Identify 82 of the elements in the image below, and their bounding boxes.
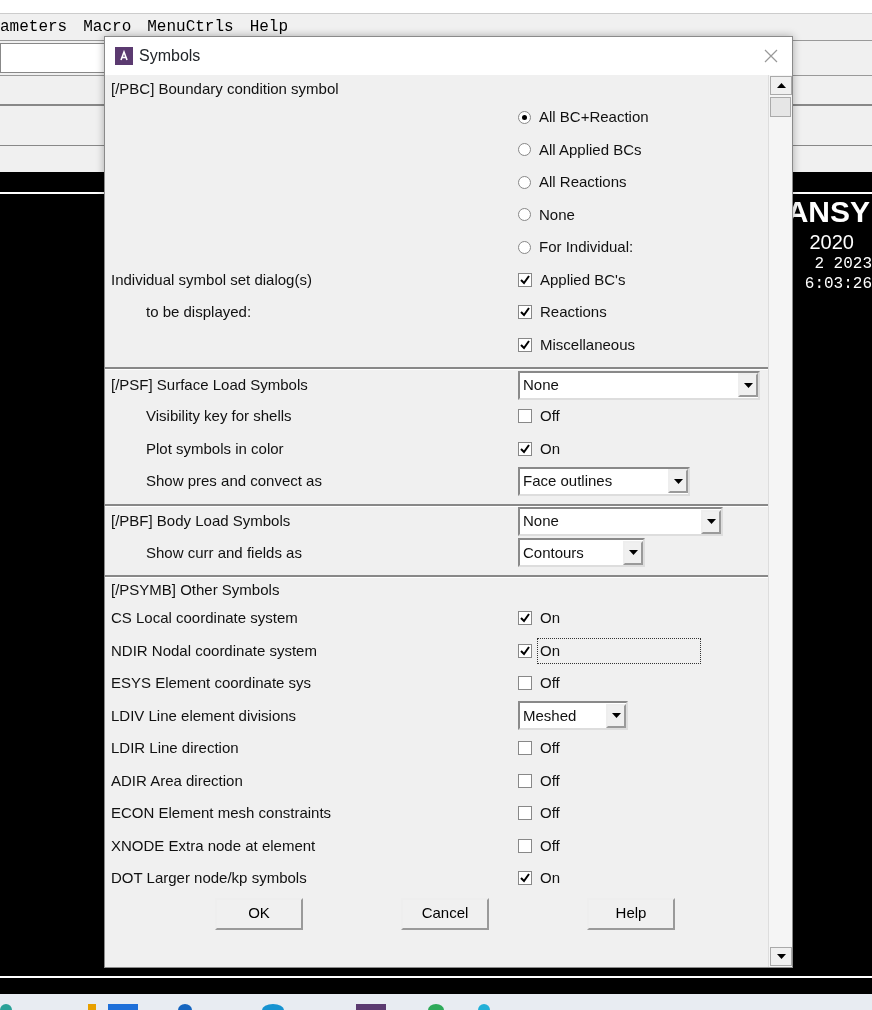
- checkbox[interactable]: [518, 676, 532, 691]
- field-label: Visibility key for shells: [146, 407, 292, 424]
- field-label: LDIV Line element divisions: [111, 706, 297, 724]
- field-label: Plot symbols in color: [146, 439, 284, 457]
- checkbox[interactable]: [518, 806, 532, 821]
- dropdown-arrow-icon: [611, 713, 621, 719]
- checkbox[interactable]: [518, 272, 532, 287]
- dropdown-arrow-icon: [706, 519, 716, 524]
- version-text: 2020: [809, 230, 854, 254]
- option-label[interactable]: Off: [540, 737, 560, 760]
- radio-button[interactable]: [518, 175, 531, 189]
- option-label[interactable]: On: [540, 607, 560, 630]
- option-label[interactable]: Off: [540, 769, 560, 792]
- checkbox[interactable]: [518, 871, 532, 886]
- dropdown[interactable]: Meshed: [518, 701, 628, 731]
- checkbox[interactable]: [518, 337, 532, 352]
- section-title: [/PSF] Surface Load Symbols: [111, 374, 309, 395]
- option-label[interactable]: Off: [540, 672, 560, 695]
- scrollbar[interactable]: [768, 75, 792, 967]
- radio-button[interactable]: [518, 143, 531, 157]
- checkbox[interactable]: [518, 643, 532, 658]
- dropdown[interactable]: Contours: [518, 538, 645, 568]
- field-label: ESYS Element coordinate sys: [111, 674, 312, 691]
- field-label: Show pres and convect as: [146, 472, 322, 489]
- checkbox[interactable]: [518, 741, 532, 756]
- option-label[interactable]: On: [540, 437, 560, 460]
- scroll-up-icon[interactable]: [776, 83, 786, 88]
- menu-item[interactable]: Help: [249, 15, 289, 39]
- dropdown[interactable]: Face outlines: [518, 466, 690, 496]
- section-title: [/PSYMB] Other Symbols: [111, 579, 281, 600]
- field-label: NDIR Nodal coordinate system: [111, 641, 317, 659]
- section-title: [/PBC] Boundary condition symbol: [111, 78, 340, 99]
- field-label: to be displayed:: [145, 303, 252, 320]
- window-title: Symbols: [139, 46, 201, 66]
- scroll-down-icon[interactable]: [776, 954, 786, 959]
- scroll-thumb[interactable]: [770, 97, 791, 117]
- field-label: XNODE Extra node at element: [111, 836, 316, 854]
- field-label: ECON Element mesh constraints: [111, 804, 332, 821]
- option-label[interactable]: None: [539, 203, 575, 226]
- field-label: CS Local coordinate system: [111, 609, 298, 626]
- radio-button[interactable]: [518, 240, 531, 254]
- option-label[interactable]: Reactions: [540, 301, 607, 324]
- radio-button[interactable]: [518, 110, 531, 124]
- checkbox[interactable]: [518, 305, 532, 320]
- field-label: Individual symbol set dialog(s): [111, 270, 312, 288]
- close-icon[interactable]: [764, 49, 778, 63]
- checkbox[interactable]: [518, 838, 532, 853]
- option-label[interactable]: All BC+Reaction: [539, 106, 649, 129]
- checkbox[interactable]: [518, 611, 532, 626]
- checkbox[interactable]: [518, 441, 532, 456]
- date-text: 2 2023: [814, 254, 872, 274]
- time-text: 6:03:26: [804, 274, 872, 294]
- field-label: LDIR Line direction: [111, 739, 239, 756]
- radio-button[interactable]: [518, 208, 531, 222]
- dialog-button[interactable]: Cancel: [401, 897, 489, 930]
- dropdown[interactable]: None: [518, 507, 723, 536]
- option-label[interactable]: All Applied BCs: [539, 138, 642, 161]
- checkbox[interactable]: [518, 773, 532, 788]
- menu-item[interactable]: Macro: [83, 15, 132, 39]
- option-label[interactable]: All Reactions: [539, 171, 627, 194]
- option-label[interactable]: Off: [540, 834, 560, 857]
- app-logo-icon: [115, 47, 133, 65]
- menu-item[interactable]: ameters: [0, 15, 68, 39]
- option-label[interactable]: Applied BC's: [540, 268, 626, 291]
- option-label[interactable]: On: [540, 867, 560, 890]
- dropdown[interactable]: None: [518, 370, 760, 400]
- field-label: ADIR Area direction: [111, 771, 243, 789]
- dialog-button[interactable]: OK: [215, 897, 303, 930]
- option-label[interactable]: Off: [540, 802, 560, 825]
- dialog-button[interactable]: Help: [587, 897, 675, 930]
- menu-item[interactable]: MenuCtrls: [147, 15, 234, 39]
- checkbox[interactable]: [518, 409, 532, 424]
- dropdown-arrow-icon: [628, 550, 638, 556]
- dropdown-arrow-icon: [743, 382, 753, 388]
- option-label[interactable]: Miscellaneous: [540, 333, 636, 356]
- dropdown-arrow-icon: [673, 478, 683, 484]
- option-label[interactable]: Off: [540, 405, 560, 428]
- section-title: [/PBF] Body Load Symbols: [111, 511, 292, 532]
- field-label: Show curr and fields as: [146, 543, 302, 561]
- option-label[interactable]: For Individual:: [539, 236, 634, 259]
- option-label[interactable]: On: [538, 638, 700, 663]
- field-label: DOT Larger node/kp symbols: [111, 869, 307, 886]
